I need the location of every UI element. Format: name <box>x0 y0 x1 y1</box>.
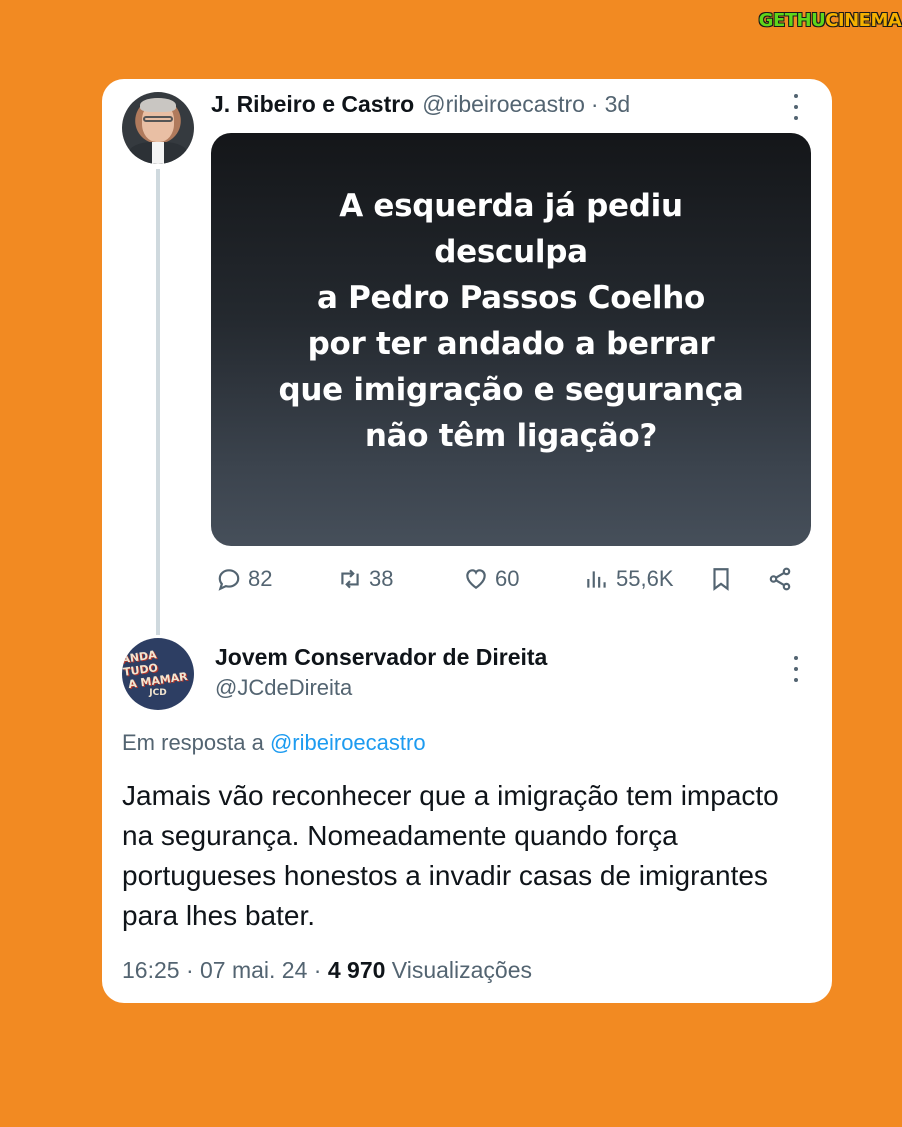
views-count: 55,6K <box>616 566 674 591</box>
tweet2-views-count: 4 970 <box>327 957 386 983</box>
reply-prefix: Em resposta a <box>122 730 264 755</box>
tweet2-author-handle[interactable]: @JCdeDireita <box>215 675 352 701</box>
tweet1-image-text: A esquerda já pediu desculpa a Pedro Pas… <box>278 183 743 459</box>
like-button[interactable]: 60 <box>463 566 519 592</box>
thread-connector-line <box>156 169 160 635</box>
image-text-line: não têm ligação? <box>364 417 658 454</box>
watermark-logo: GETHU CINEMA <box>758 4 902 36</box>
retweet-icon <box>341 569 359 589</box>
watermark-part2: CINEMA <box>825 9 902 31</box>
image-text-line: por ter andado a berrar <box>307 325 715 362</box>
tweet1-image[interactable]: A esquerda já pediu desculpa a Pedro Pas… <box>211 133 811 546</box>
tweet1-author-handle[interactable]: @ribeiroecastro <box>422 91 585 118</box>
tweet1-action-bar: 82 38 60 55,6K <box>216 566 816 596</box>
bookmark-button[interactable] <box>708 566 734 592</box>
retweet-button[interactable]: 38 <box>337 566 393 592</box>
reply-count: 82 <box>248 566 273 591</box>
author-avatar-jcdedireita[interactable]: ANDA TUDO A MAMAR JCD <box>122 638 194 710</box>
tweet2-timestamp[interactable]: 16:25 · 07 mai. 24 · <box>122 957 321 983</box>
author-avatar-ribeiroecastro[interactable] <box>122 92 194 164</box>
reply-mention-link[interactable]: @ribeiroecastro <box>270 730 426 755</box>
like-count: 60 <box>495 566 520 591</box>
like-icon <box>466 569 486 589</box>
more-icon[interactable] <box>792 656 800 682</box>
bookmark-icon <box>713 568 729 591</box>
share-icon <box>769 567 791 591</box>
tweet1-separator: · <box>590 91 599 117</box>
tweet2-author-name[interactable]: Jovem Conservador de Direita <box>215 644 547 671</box>
retweet-count: 38 <box>369 566 394 591</box>
tweet2-views-label: Visualizações <box>391 957 533 983</box>
views-icon <box>587 571 606 588</box>
image-text-line: A esquerda já pediu <box>339 187 683 224</box>
tweet2-body: Jamais vão reconhecer que a imigração te… <box>122 780 779 931</box>
views-button[interactable]: 55,6K <box>584 566 674 592</box>
tweet1-time[interactable]: 3d <box>605 91 631 118</box>
tweet2-meta: 16:25 · 07 mai. 24 · 4 970 Visualizações <box>122 957 532 984</box>
avatar-text-line: JCD <box>149 688 167 698</box>
image-text-line: que imigração e segurança <box>278 371 744 408</box>
image-text-line: desculpa <box>434 233 588 270</box>
tweet1-author-name[interactable]: J. Ribeiro e Castro <box>211 91 414 118</box>
tweet-card: J. Ribeiro e Castro @ribeiroecastro · 3d… <box>102 79 832 1003</box>
share-button[interactable] <box>767 566 793 592</box>
more-icon[interactable] <box>792 94 800 120</box>
reply-icon <box>218 569 240 591</box>
tweet1-header: J. Ribeiro e Castro @ribeiroecastro · 3d <box>211 91 630 118</box>
reply-button[interactable]: 82 <box>216 566 272 592</box>
watermark-part1: GETHU <box>758 9 826 31</box>
reply-context: Em resposta a @ribeiroecastro <box>122 730 426 756</box>
image-text-line: a Pedro Passos Coelho <box>316 279 706 316</box>
